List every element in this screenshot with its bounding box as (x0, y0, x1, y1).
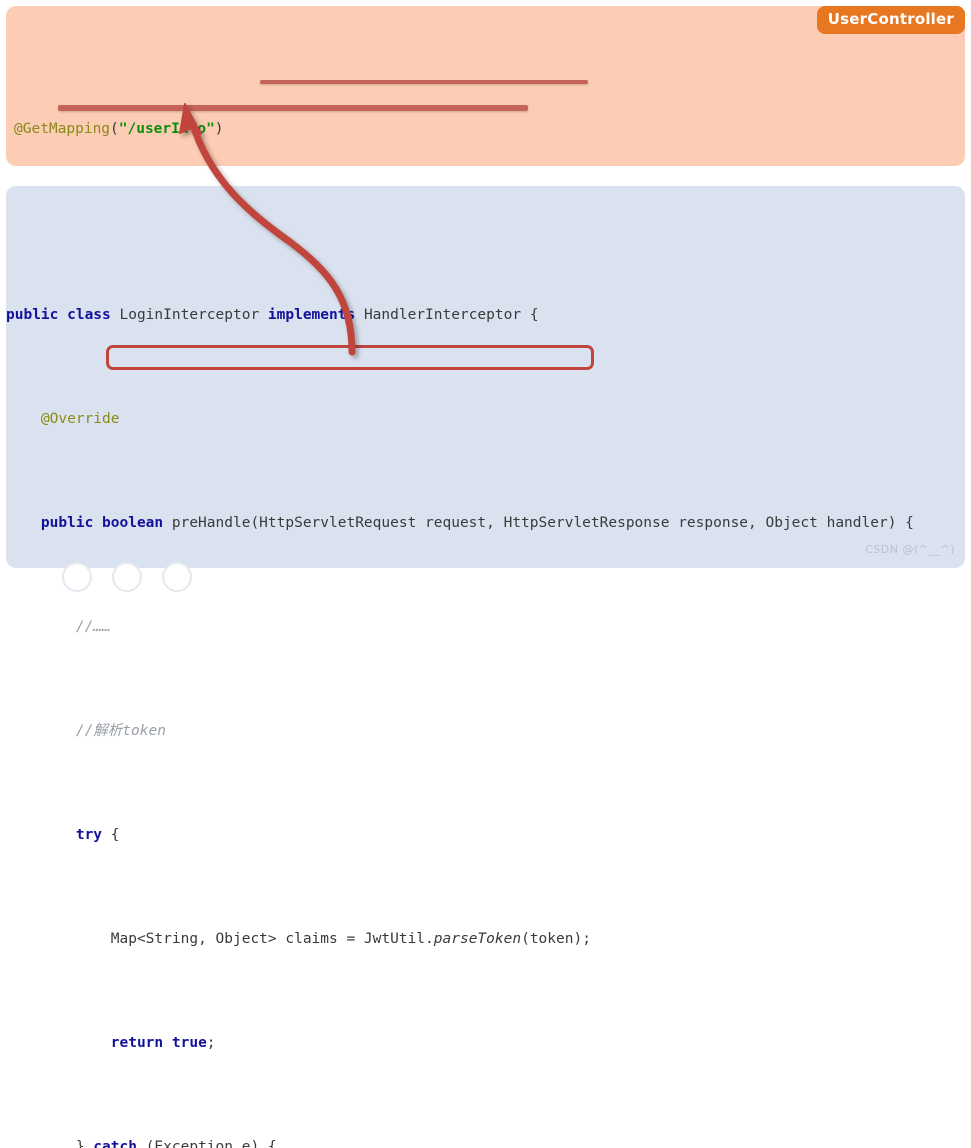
prehandle-params: preHandle(HttpServletRequest request, Ht… (163, 515, 914, 531)
comment-ellipsis: //…… (75, 619, 111, 635)
strikethrough-username-line (58, 105, 528, 111)
keyword-try: try (75, 827, 103, 843)
interface-name-segment: HandlerInterceptor { (355, 307, 539, 323)
string-userinfo-path: "/userInfo" (118, 121, 215, 137)
comment-parse-token: //解析token (75, 723, 166, 739)
method-parsetoken: parseToken (433, 931, 522, 947)
highlight-box-parsetoken-call (106, 345, 594, 370)
class-name-segment: LoginInterceptor (110, 307, 268, 323)
try-brace: { (102, 827, 120, 843)
decorative-circle (112, 562, 142, 592)
code-line-return-true: return true; (6, 1030, 914, 1056)
claims-body-b: (token); (521, 931, 591, 947)
decorative-circle (62, 562, 92, 592)
user-controller-badge: UserController (816, 6, 965, 35)
semicolon: ; (206, 1035, 216, 1051)
code-line-try: try { (6, 822, 914, 848)
catch-leading-brace: } (75, 1139, 94, 1148)
keyword-public-class: public class (6, 307, 111, 323)
code-line-claims-parsetoken: Map<String, Object> claims = JwtUtil.par… (6, 926, 914, 952)
code-line-comment-ellipsis: //…… (6, 614, 914, 640)
code-line-prehandle-signature: public boolean preHandle(HttpServletRequ… (6, 510, 914, 536)
annotation-override: @Override (40, 411, 120, 427)
annotation-getmapping: @GetMapping (14, 121, 111, 137)
code-line-comment-parse-token: //解析token (6, 718, 914, 744)
decorative-circle (162, 562, 192, 592)
code-line-override-annotation: @Override (6, 406, 914, 432)
code-line-class-declaration: public class LoginInterceptor implements… (6, 302, 914, 328)
catch-params: (Exception e) { (136, 1139, 277, 1148)
keyword-return-true: return true (110, 1035, 207, 1051)
keyword-implements: implements (267, 307, 356, 323)
bottom-decorative-dots (0, 562, 971, 592)
keyword-public-boolean: public boolean (40, 515, 164, 531)
screenshot-stage: UserController @GetMapping("/userInfo") … (0, 0, 971, 1148)
code-line-getmapping: @GetMapping("/userInfo") (14, 116, 730, 142)
claims-body-a: Map<String, Object> claims = JwtUtil. (110, 931, 434, 947)
paren-close: ) (214, 121, 224, 137)
keyword-catch: catch (93, 1139, 137, 1148)
code-line-catch: } catch (Exception e) { (6, 1134, 914, 1148)
strikethrough-requestheader (260, 80, 588, 84)
paren-open: ( (110, 121, 119, 137)
csdn-watermark: CSDN @(^__^) (865, 543, 955, 556)
